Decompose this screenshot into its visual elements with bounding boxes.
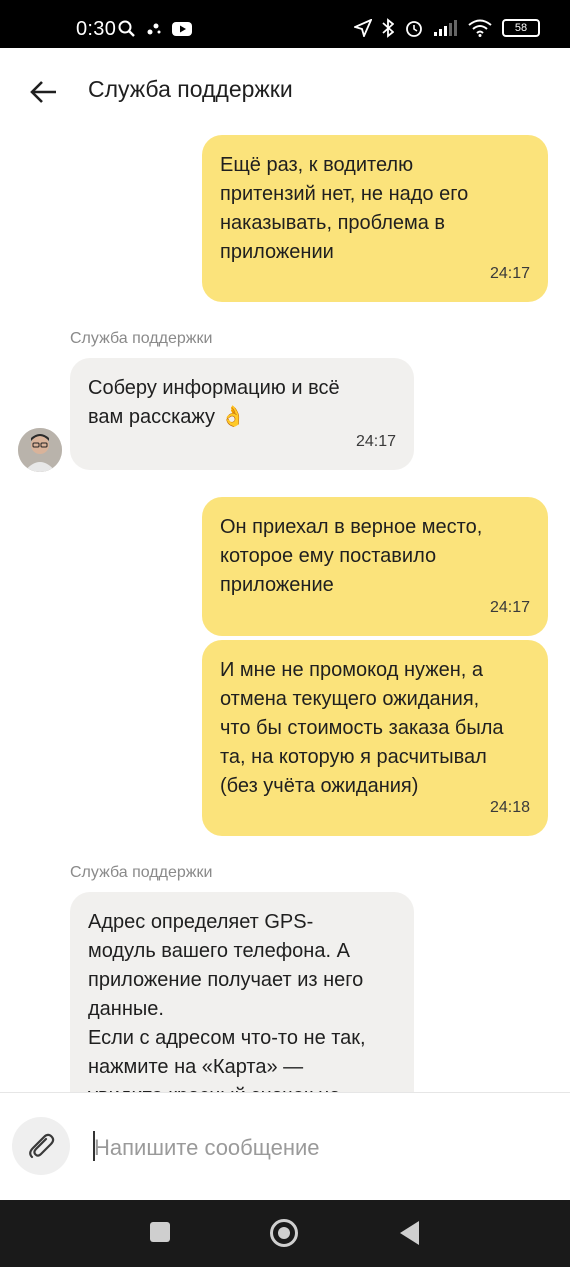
sender-name: Служба поддержки [70, 864, 213, 881]
message-time: 24:17 [489, 265, 530, 282]
message-list[interactable]: Ещё раз, к водителю притензий нет, не на… [0, 134, 570, 1092]
status-bar: 0:30 58 [0, 0, 570, 48]
location-arrow-icon [354, 19, 372, 37]
page-title: Служба поддержки [88, 76, 293, 102]
wifi-icon [468, 19, 492, 37]
battery-icon: 58 [502, 19, 540, 37]
outgoing-message[interactable]: И мне не промокод нужен, а отмена текуще… [202, 640, 548, 836]
back-button[interactable] [400, 1221, 419, 1245]
incoming-message[interactable]: Соберу информацию и всё вам расскажу 👌 2… [70, 358, 414, 470]
message-time: 24:17 [355, 433, 396, 450]
incoming-message[interactable]: Адрес определяет GPS- модуль вашего теле… [70, 892, 414, 1092]
alarm-icon [406, 21, 422, 37]
message-text: Адрес определяет GPS- модуль вашего теле… [88, 911, 366, 1092]
support-agent-avatar-icon [18, 428, 62, 472]
notification-dots-icon [147, 23, 161, 35]
sender-name: Служба поддержки [70, 330, 213, 347]
system-nav-bar [0, 1200, 570, 1267]
home-button[interactable] [270, 1219, 298, 1247]
chat-header: Служба поддержки [0, 48, 570, 134]
message-text: Он приехал в верное место, которое ему п… [220, 516, 483, 596]
message-text: Ещё раз, к водителю притензий нет, не на… [220, 154, 469, 263]
paperclip-icon [29, 1133, 55, 1159]
message-composer: Напишите сообщение [0, 1092, 570, 1200]
recents-button[interactable] [150, 1222, 170, 1242]
status-time: 0:30 [76, 18, 117, 40]
message-time: 24:17 [489, 599, 530, 616]
bluetooth-icon [382, 18, 394, 38]
outgoing-message[interactable]: Он приехал в верное место, которое ему п… [202, 497, 548, 636]
message-text: И мне не промокод нужен, а отмена текуще… [220, 659, 504, 797]
back-arrow-icon[interactable] [28, 76, 60, 108]
signal-icon [434, 20, 457, 36]
outgoing-message[interactable]: Ещё раз, к водителю притензий нет, не на… [202, 135, 548, 302]
message-text: Соберу информацию и всё вам расскажу 👌 [88, 377, 340, 428]
message-input[interactable]: Напишите сообщение [94, 1135, 320, 1161]
search-icon [118, 20, 135, 37]
youtube-icon [172, 22, 192, 36]
attach-button[interactable] [12, 1117, 70, 1175]
message-time: 24:18 [489, 799, 530, 816]
avatar [18, 428, 62, 472]
